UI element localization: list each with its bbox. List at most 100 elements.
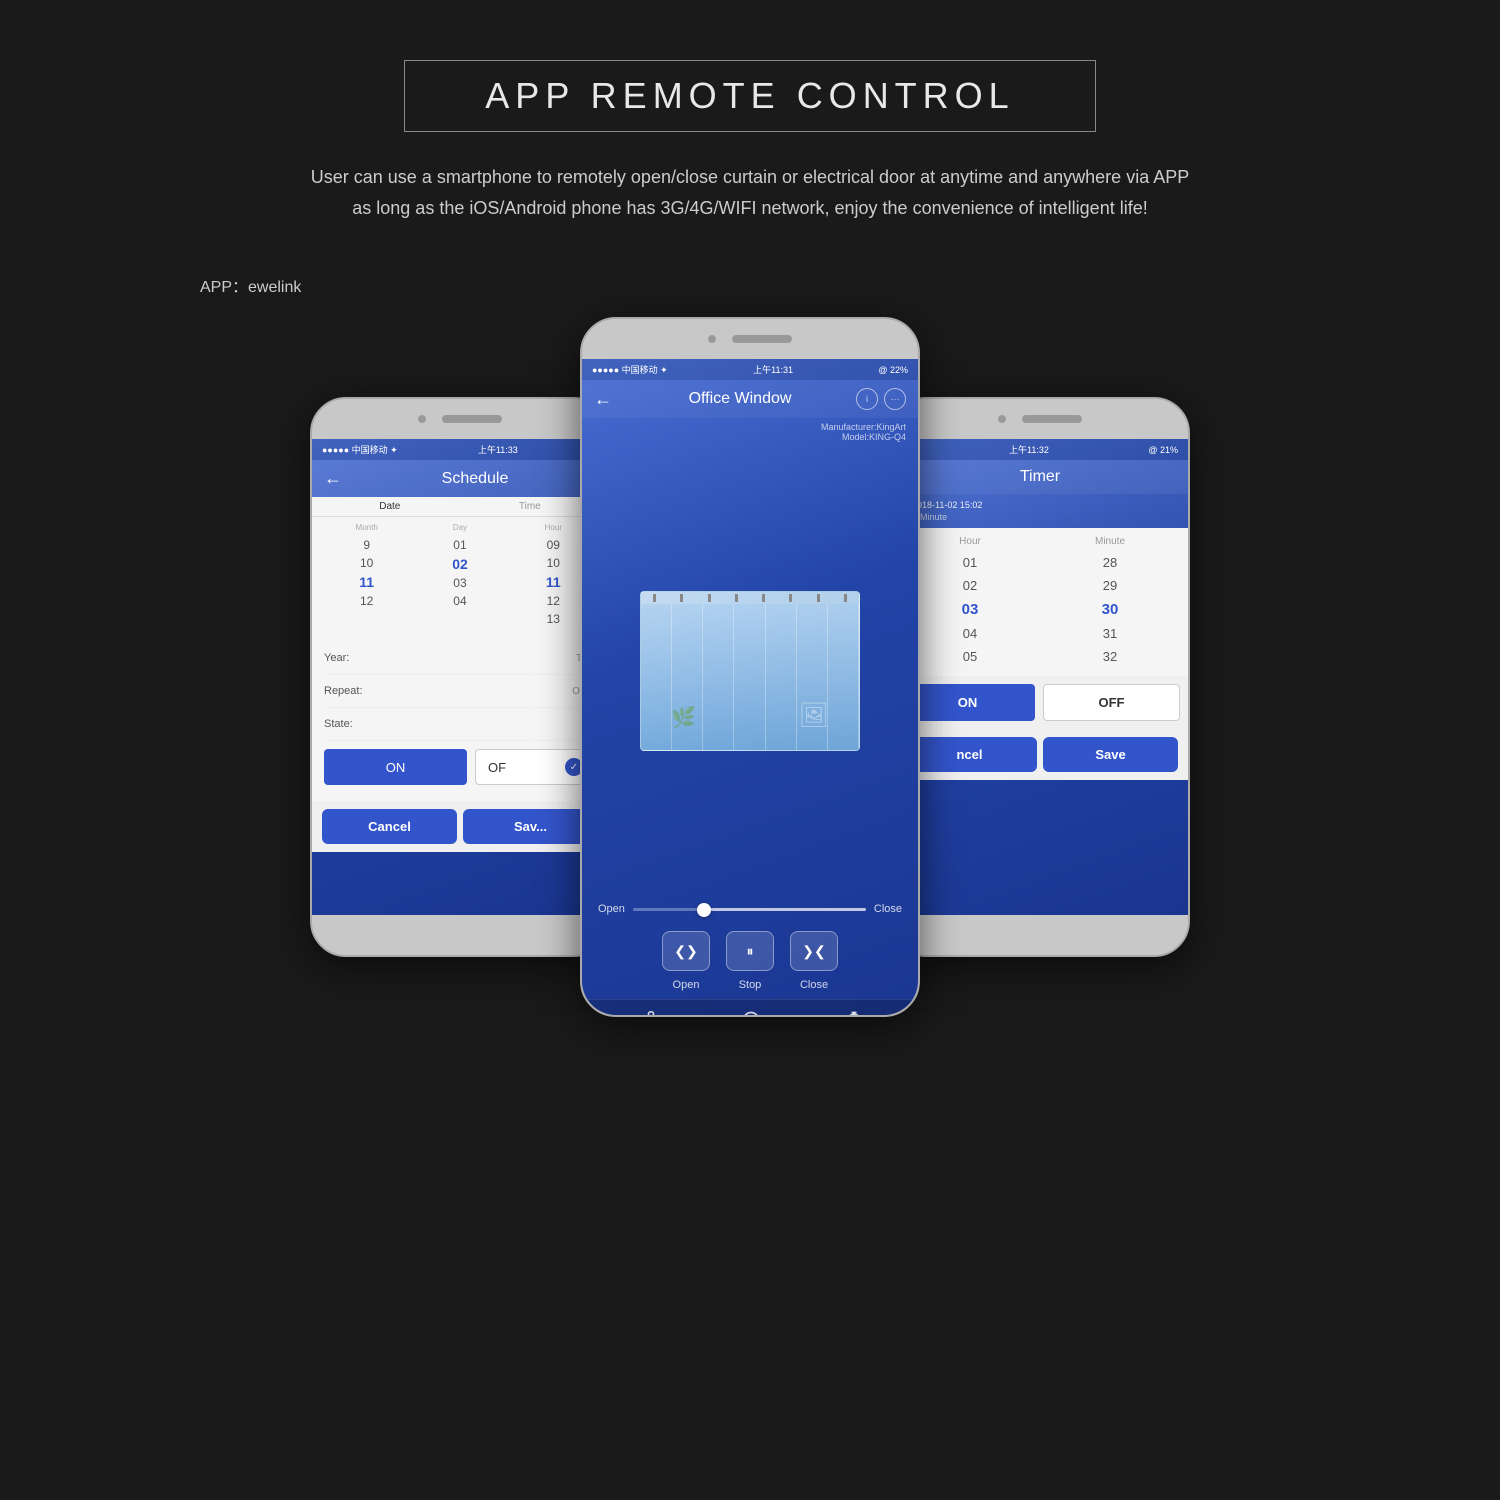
year-field-row: Year: Th... (324, 642, 596, 675)
curtain-panel-1 (641, 604, 672, 750)
hour-val-11[interactable]: 11 (546, 572, 561, 592)
schedule-icon (739, 1008, 763, 1017)
day-header: Day (453, 523, 467, 532)
plant-icon: 🌿 (671, 705, 696, 730)
stop-control-button[interactable]: ⏸ (726, 931, 774, 971)
phone-left-app-header: ← Schedule (312, 460, 608, 497)
hour-val-10: 10 (547, 554, 560, 572)
right-save-button[interactable]: Save (1043, 737, 1178, 772)
picker-month-col: Month 9 10 11 12 (342, 523, 392, 628)
office-title: Office Window (624, 390, 856, 408)
cancel-button[interactable]: Cancel (322, 809, 457, 844)
nav-timer[interactable]: Timer (842, 1008, 867, 1017)
phone-right-top-bar (892, 399, 1188, 439)
phone-center-camera (708, 335, 716, 343)
picker-date-tab[interactable]: Date (379, 501, 400, 512)
phone-left-status-bar: ●●●●● 中国移动 ✦ 上午11:33 (312, 439, 608, 460)
timer-on-button[interactable]: ON (900, 684, 1035, 721)
bottom-nav: Share Schedule (582, 999, 918, 1017)
hook-6 (789, 594, 792, 602)
phone-right: ✦ 上午11:32 @ 21% Timer at:2018-11-02 15:0… (890, 397, 1190, 957)
day-val-01: 01 (453, 536, 466, 554)
slider-row: Open Close (582, 895, 918, 923)
slider-fill (703, 908, 866, 911)
month-val-12: 12 (360, 592, 373, 610)
hook-4 (735, 594, 738, 602)
phone-left-bottom-bar (312, 915, 608, 955)
slider-thumb[interactable] (697, 903, 711, 917)
page-title: APP REMOTE CONTROL (485, 75, 1014, 116)
repeat-label: Repeat: (324, 685, 363, 697)
timer-picker-header: Hour Minute (900, 536, 1180, 547)
month-val-11[interactable]: 11 (359, 572, 374, 592)
manufacturer-info: Manufacturer:KingArt Model:KING-Q4 (582, 418, 918, 446)
manufacturer-text: Manufacturer:KingArt (594, 422, 906, 432)
timer-info: at:2018-11-02 15:02 ur30Minute (892, 494, 1188, 528)
timer-min-28: 28 (1103, 551, 1117, 574)
curtain-rail (641, 592, 859, 604)
phone-center-status-bar: ●●●●● 中国移动 ✦ 上午11:31 @ 22% (582, 359, 918, 380)
year-label: Year: (324, 652, 349, 664)
phone-left-carrier: ●●●●● 中国移动 ✦ (322, 443, 398, 456)
curtain-panel-4 (734, 604, 765, 750)
nav-schedule[interactable]: Schedule (730, 1008, 772, 1017)
picker-time-tab[interactable]: Time (519, 501, 541, 512)
on-button[interactable]: ON (324, 749, 467, 785)
close-label: Close (874, 903, 902, 915)
hour-header: Hour (545, 523, 562, 532)
timer-hour-03[interactable]: 03 (962, 597, 979, 622)
right-cancel-button[interactable]: ncel (902, 737, 1037, 772)
nav-share[interactable]: Share (633, 1008, 660, 1017)
open-control-button[interactable]: ❮❯ (662, 931, 710, 971)
hour-val-12: 12 (547, 592, 560, 610)
open-label: Open (598, 903, 625, 915)
page-description: User can use a smartphone to remotely op… (300, 162, 1200, 223)
model-text: Model:KING-Q4 (594, 432, 906, 442)
phone-center-screen: ●●●●● 中国移动 ✦ 上午11:31 @ 22% ← Office Wind… (582, 359, 918, 1017)
month-val-9: 9 (363, 536, 370, 554)
phone-right-app-header: Timer (892, 460, 1188, 494)
timer-repeat: ur30Minute (902, 512, 1178, 522)
timer-hour-02: 02 (963, 574, 977, 597)
timer-on-off: ON OFF (892, 676, 1188, 729)
close-control-button[interactable]: ❯❮ (790, 931, 838, 971)
info-icon[interactable]: i (856, 388, 878, 410)
timer-minute-col: 28 29 30 31 32 (1080, 551, 1140, 668)
phone-left-screen: ●●●●● 中国移动 ✦ 上午11:33 ← Schedule Date Tim… (312, 439, 608, 915)
phone-left-camera (418, 415, 426, 423)
repeat-field-row: Repeat: Onl... (324, 675, 596, 708)
phone-left-screen-title: Schedule (354, 470, 596, 488)
office-header-icons: i ··· (856, 388, 906, 410)
phone-right-bottom-bar (892, 915, 1188, 955)
timer-min-30[interactable]: 30 (1102, 597, 1119, 622)
curtain-panel-3 (703, 604, 734, 750)
phone-left-picker: Month 9 10 11 12 Day 01 02 03 04 Hour 09… (312, 517, 608, 634)
hook-8 (844, 594, 847, 602)
timer-picker: Hour Minute 01 02 03 04 05 28 29 30 (892, 528, 1188, 676)
stop-ctrl-label: Stop (726, 979, 774, 991)
save-button[interactable]: Sav... (463, 809, 598, 844)
timer-hour-01: 01 (963, 551, 977, 574)
curtain-panel-5 (766, 604, 797, 750)
phone-left-back-arrow[interactable]: ← (324, 468, 342, 489)
curtain-illustration: 🌿 🖼 (640, 591, 860, 751)
left-bottom-btns: Cancel Sav... (312, 801, 608, 852)
office-header: ← Office Window i ··· (582, 380, 918, 418)
timer-off-button[interactable]: OFF (1043, 684, 1180, 721)
timer-at: at:2018-11-02 15:02 (902, 500, 1178, 510)
close-ctrl-label: Close (790, 979, 838, 991)
control-buttons: ❮❯ ⏸ ❯❮ (582, 923, 918, 979)
phone-left: ●●●●● 中国移动 ✦ 上午11:33 ← Schedule Date Tim… (310, 397, 610, 957)
day-val-02[interactable]: 02 (452, 554, 468, 574)
timer-min-31: 31 (1103, 622, 1117, 645)
phone-center-carrier: ●●●●● 中国移动 ✦ (592, 363, 668, 376)
office-back-arrow[interactable]: ← (594, 389, 612, 410)
right-bottom-btns: ncel Save (892, 729, 1188, 780)
timer-min-32: 32 (1103, 645, 1117, 668)
more-icon[interactable]: ··· (884, 388, 906, 410)
phone-left-time: 上午11:33 (478, 443, 518, 456)
curtain-slider[interactable] (633, 908, 866, 911)
hour-val-09: 09 (547, 536, 560, 554)
control-labels: Open Stop Close (582, 979, 918, 999)
timer-hour-05: 05 (963, 645, 977, 668)
